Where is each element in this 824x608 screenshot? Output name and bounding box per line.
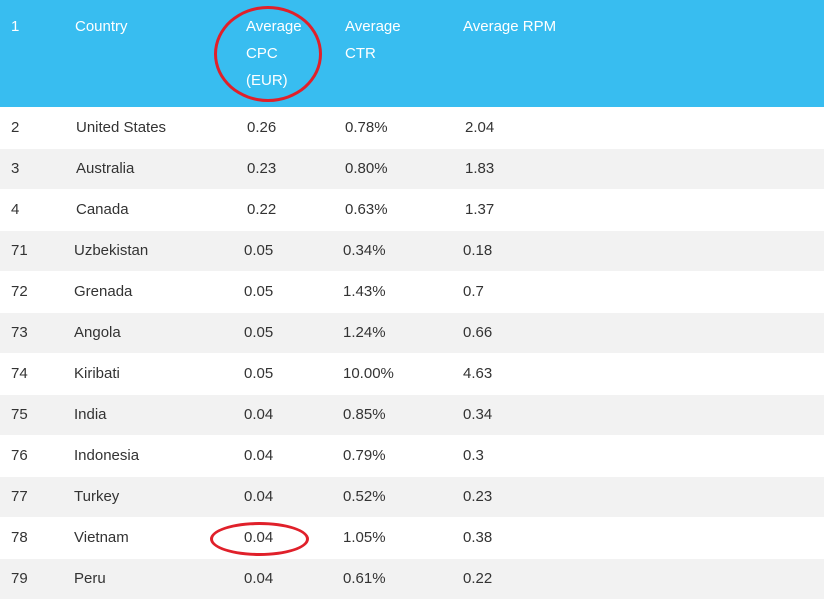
table-row: 3 Australia 0.23 0.80% 1.83: [0, 148, 824, 190]
table-row: 79 Peru 0.04 0.61% 0.22: [0, 558, 824, 600]
cpc-cell: 0.04: [233, 435, 333, 477]
country-cell: Angola: [63, 312, 233, 354]
table-row: 4 Canada 0.22 0.63% 1.37: [0, 189, 824, 231]
country-cell: Australia: [63, 148, 233, 190]
rpm-cell: 0.18: [452, 230, 824, 272]
rank-cell: 74: [0, 353, 63, 395]
header-average-cpc: Average CPC (EUR): [233, 0, 333, 107]
rpm-cell: 0.34: [452, 394, 824, 436]
cpc-cell: 0.23: [233, 148, 333, 190]
cpc-cell: 0.04: [233, 476, 333, 518]
rpm-cell: 0.23: [452, 476, 824, 518]
rank-cell: 2: [0, 107, 63, 149]
table-container: 1 Country Average CPC (EUR) Average CTR Average…: [0, 0, 824, 608]
header-country: Country: [63, 0, 233, 107]
header-average-ctr-line: CTR: [345, 45, 376, 62]
cpc-cell: 0.05: [233, 312, 333, 354]
header-average-cpc-line: (EUR): [246, 72, 288, 89]
table-row: 71 Uzbekistan 0.05 0.34% 0.18: [0, 230, 824, 272]
header-row: 1 Country Average CPC (EUR) Average CTR Average…: [0, 0, 824, 107]
header-average-ctr: Average CTR: [333, 0, 452, 107]
cpc-cell: 0.05: [233, 230, 333, 272]
table-row: 74 Kiribati 0.05 10.00% 4.63: [0, 353, 824, 395]
table-row: 75 India 0.04 0.85% 0.34: [0, 394, 824, 436]
table-row: 73 Angola 0.05 1.24% 0.66: [0, 312, 824, 354]
country-cell: India: [63, 394, 233, 436]
rank-cell: 3: [0, 148, 63, 190]
cpc-cell: 0.04: [233, 517, 333, 559]
table-row: 77 Turkey 0.04 0.52% 0.23: [0, 476, 824, 518]
ctr-cell: 0.79%: [333, 435, 452, 477]
rank-cell: 73: [0, 312, 63, 354]
country-cell: Turkey: [63, 476, 233, 518]
country-cell: Vietnam: [63, 517, 233, 559]
ctr-cell: 0.85%: [333, 394, 452, 436]
header-country-line: Country: [75, 18, 128, 35]
rank-cell: 78: [0, 517, 63, 559]
header-average-rpm-line: Average RPM: [463, 18, 557, 35]
ctr-cell: 10.00%: [333, 353, 452, 395]
cpc-cell: 0.04: [233, 558, 333, 600]
cpc-cell: 0.05: [233, 271, 333, 313]
cpc-cell: 0.05: [233, 353, 333, 395]
rank-cell: 77: [0, 476, 63, 518]
country-cell: Indonesia: [63, 435, 233, 477]
rpm-cell: 0.7: [452, 271, 824, 313]
rank-cell: 79: [0, 558, 63, 600]
table-body: 2 United States 0.26 0.78% 2.04 3 Australia 0.2…: [0, 107, 824, 600]
rpm-cell: 0.66: [452, 312, 824, 354]
rpm-cell: 0.3: [452, 435, 824, 477]
table-row: 72 Grenada 0.05 1.43% 0.7: [0, 271, 824, 313]
country-cell: Canada: [63, 189, 233, 231]
rpm-cell: 1.83: [452, 148, 824, 190]
ctr-cell: 1.43%: [333, 271, 452, 313]
cpc-cell: 0.22: [233, 189, 333, 231]
rpm-cell: 4.63: [452, 353, 824, 395]
table-row: 76 Indonesia 0.04 0.79% 0.3: [0, 435, 824, 477]
rpm-cell: 1.37: [452, 189, 824, 231]
rank-cell: 4: [0, 189, 63, 231]
country-cpc-table: 1 Country Average CPC (EUR) Average CTR Average…: [0, 0, 824, 600]
country-cell: Peru: [63, 558, 233, 600]
cpc-cell: 0.04: [233, 394, 333, 436]
header-average-ctr-line: Average: [345, 18, 401, 35]
country-cell: Kiribati: [63, 353, 233, 395]
table-row: 78 Vietnam 0.04 1.05% 0.38: [0, 517, 824, 559]
header-average-rpm: Average RPM: [452, 0, 824, 107]
ctr-cell: 0.61%: [333, 558, 452, 600]
country-cell: United States: [63, 107, 233, 149]
ctr-cell: 0.78%: [333, 107, 452, 149]
table-row: 2 United States 0.26 0.78% 2.04: [0, 107, 824, 149]
rank-cell: 76: [0, 435, 63, 477]
rank-cell: 72: [0, 271, 63, 313]
header-rank: 1: [0, 0, 63, 107]
header-rank-line: 1: [11, 18, 20, 35]
ctr-cell: 0.80%: [333, 148, 452, 190]
rpm-cell: 0.22: [452, 558, 824, 600]
rank-cell: 71: [0, 230, 63, 272]
country-cell: Grenada: [63, 271, 233, 313]
header-average-cpc-line: CPC: [246, 45, 278, 62]
header-average-cpc-line: Average: [246, 18, 302, 35]
ctr-cell: 1.05%: [333, 517, 452, 559]
rpm-cell: 2.04: [452, 107, 824, 149]
rank-cell: 75: [0, 394, 63, 436]
table-header: 1 Country Average CPC (EUR) Average CTR Average…: [0, 0, 824, 107]
country-cell: Uzbekistan: [63, 230, 233, 272]
ctr-cell: 0.52%: [333, 476, 452, 518]
cpc-cell: 0.26: [233, 107, 333, 149]
ctr-cell: 0.34%: [333, 230, 452, 272]
rpm-cell: 0.38: [452, 517, 824, 559]
ctr-cell: 0.63%: [333, 189, 452, 231]
ctr-cell: 1.24%: [333, 312, 452, 354]
